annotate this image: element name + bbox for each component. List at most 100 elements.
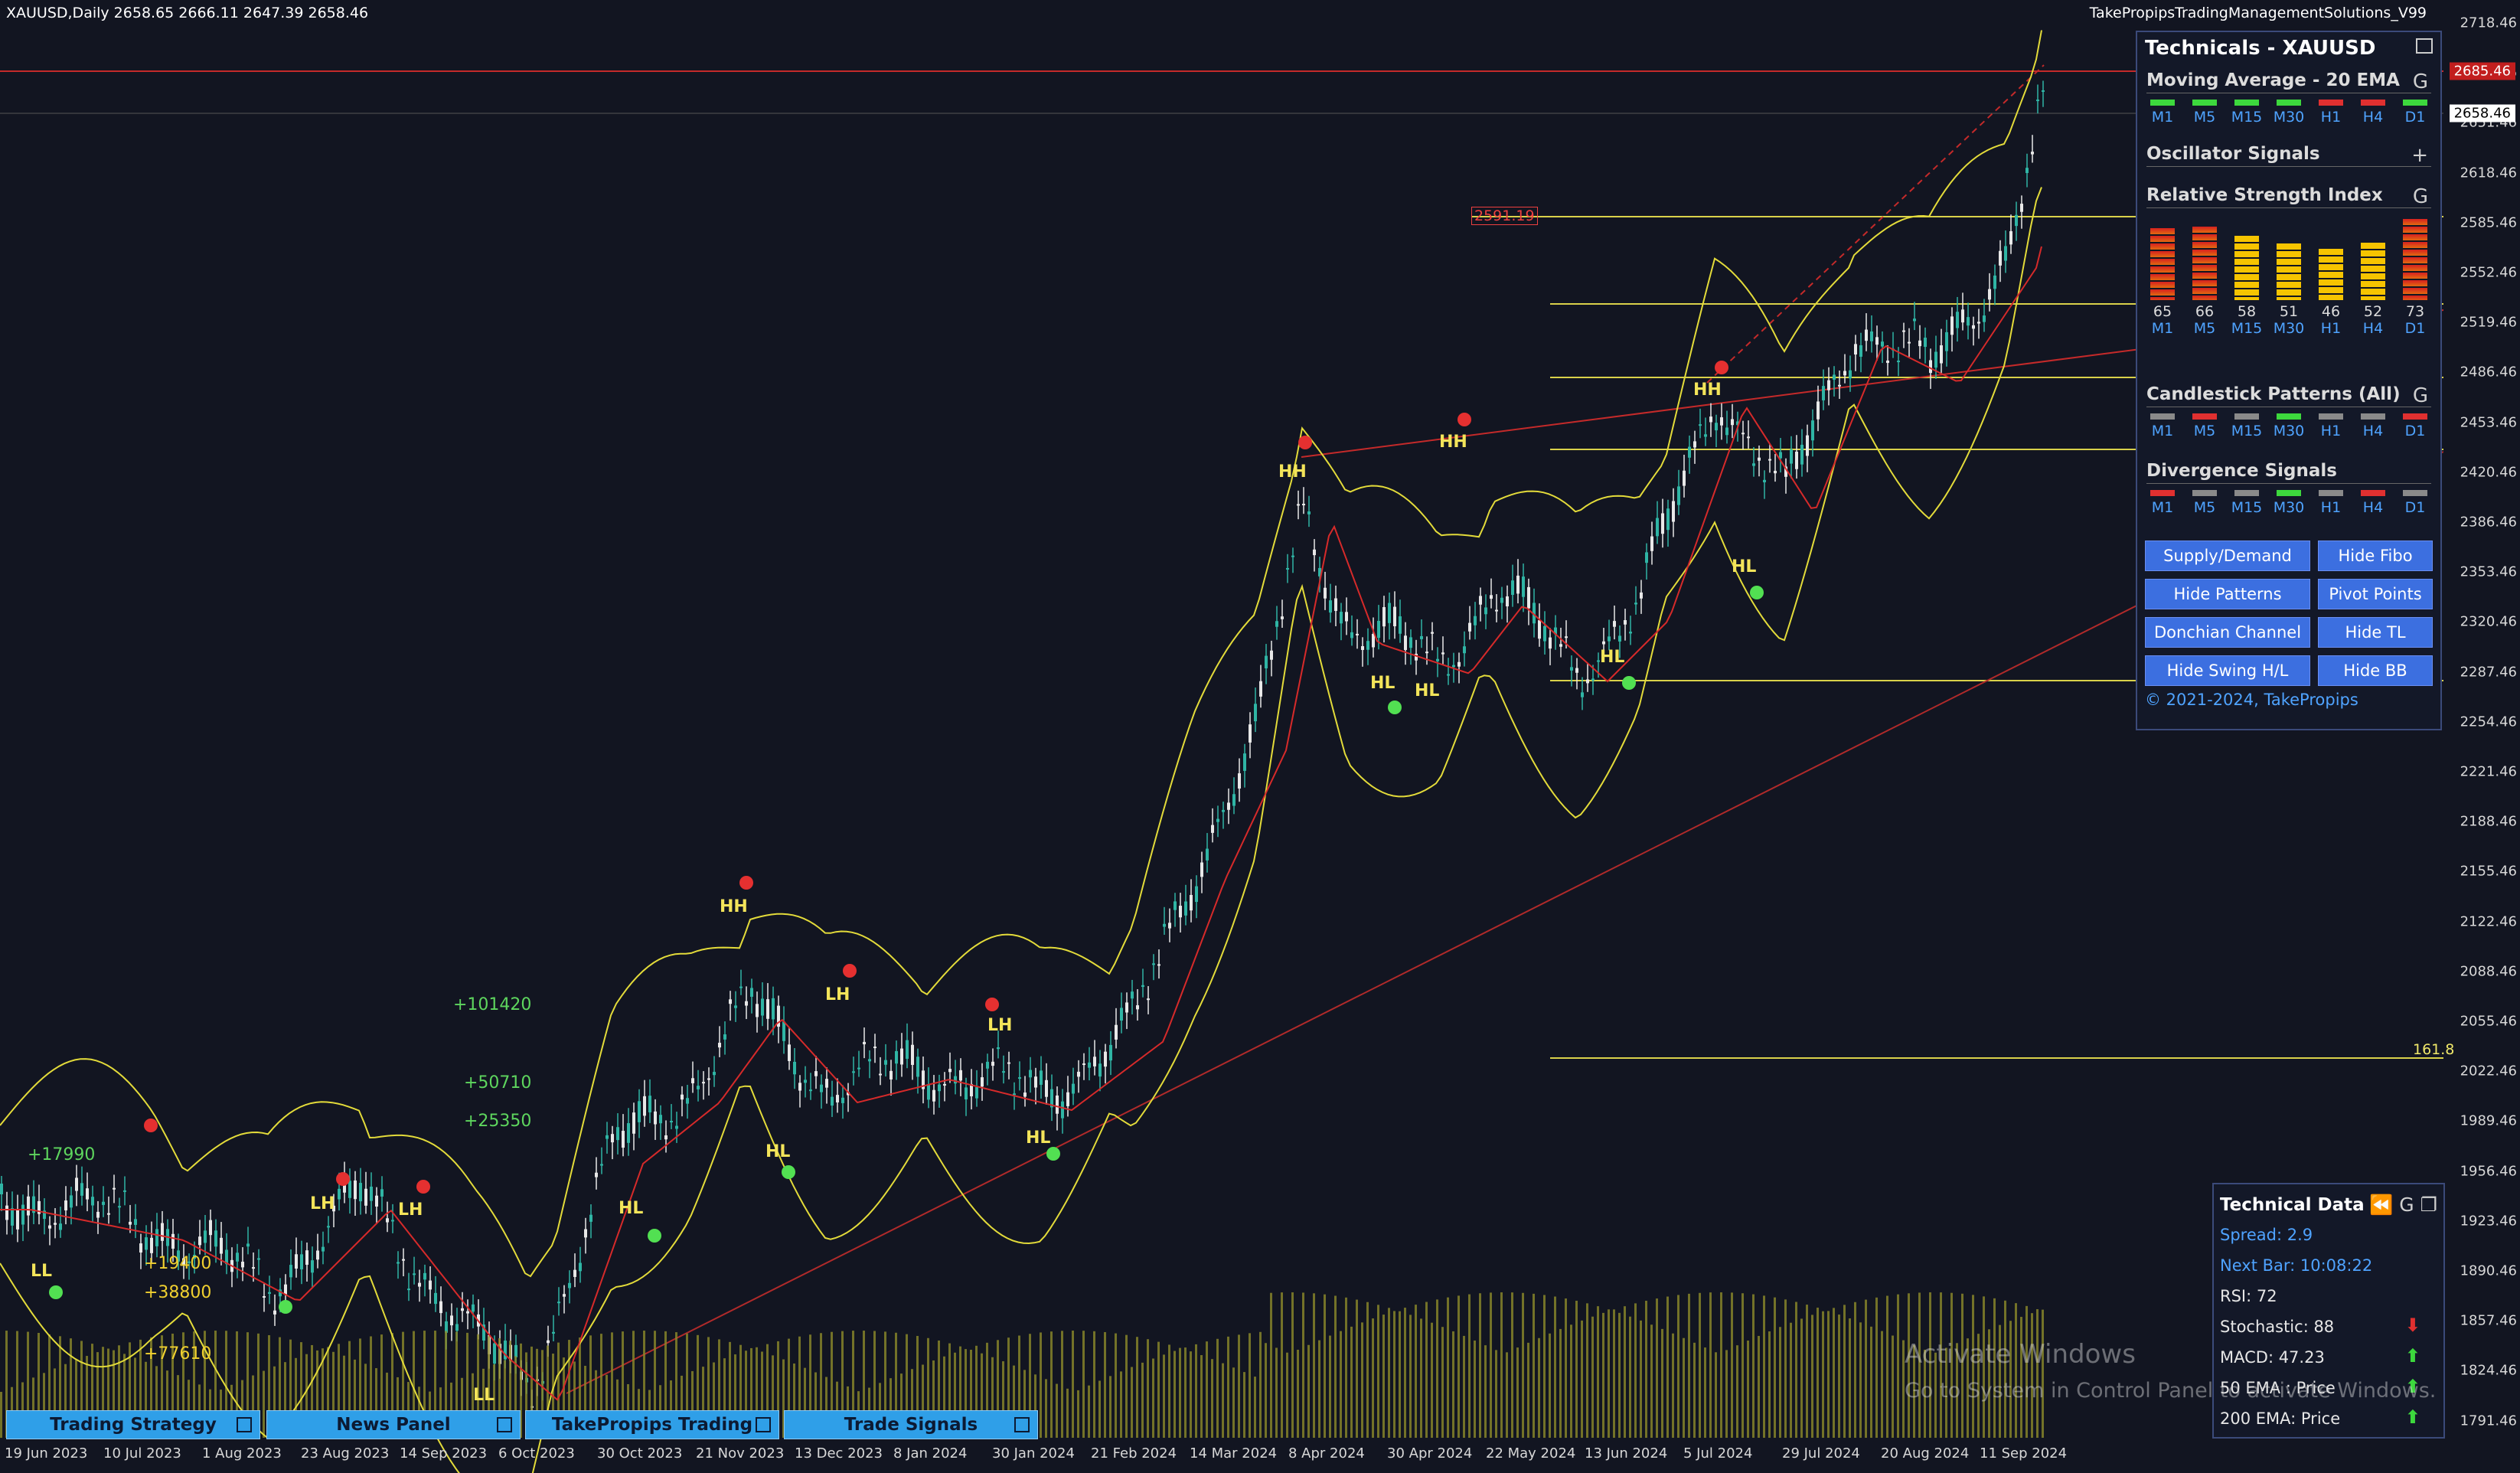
timeframe-m5: M5 bbox=[2189, 413, 2221, 439]
candle-body bbox=[1961, 309, 1964, 323]
candle-body bbox=[1661, 513, 1664, 534]
supply-demand-button[interactable]: Supply/Demand bbox=[2145, 541, 2310, 571]
candle-body bbox=[118, 1206, 121, 1208]
timeframe-m30: M30 bbox=[2273, 100, 2305, 126]
indicator-name: TakePropipsTradingManagementSolutions_V9… bbox=[2089, 5, 2427, 21]
candle-body bbox=[1104, 1051, 1107, 1067]
candle-body bbox=[439, 1301, 442, 1314]
pivot-points-button[interactable]: Pivot Points bbox=[2318, 579, 2433, 609]
candle-body bbox=[1634, 603, 1637, 605]
volume-bar bbox=[1179, 1347, 1181, 1438]
volume-bar bbox=[1849, 1318, 1851, 1438]
hide-tl-button[interactable]: Hide TL bbox=[2318, 617, 2433, 648]
date-tick-label: 10 Jul 2023 bbox=[103, 1445, 181, 1462]
volume-bar bbox=[1640, 1320, 1642, 1438]
hide-patterns-button[interactable]: Hide Patterns bbox=[2145, 579, 2310, 609]
plus-icon[interactable]: + bbox=[2411, 144, 2428, 167]
price-axis[interactable]: 2718.462685.462651.462618.462585.462552.… bbox=[2443, 0, 2520, 1439]
volume-bar bbox=[1865, 1299, 1867, 1438]
candle-body bbox=[852, 1071, 855, 1073]
date-tick-label: 21 Feb 2024 bbox=[1091, 1445, 1177, 1462]
signal-bar bbox=[2319, 413, 2343, 420]
candle-body bbox=[1656, 518, 1659, 537]
resistance-price-tag: 2685.46 bbox=[2449, 62, 2515, 80]
minimize-icon[interactable] bbox=[497, 1417, 512, 1432]
candle-body bbox=[1120, 1008, 1123, 1021]
minimize-icon[interactable] bbox=[237, 1417, 252, 1432]
tab-takepropips-trading[interactable]: TakePropips Trading bbox=[525, 1410, 779, 1439]
candle-body bbox=[2025, 168, 2029, 174]
rsi-column: 51 bbox=[2273, 243, 2305, 320]
minimize-icon[interactable] bbox=[756, 1417, 771, 1432]
candle-body bbox=[863, 1041, 866, 1045]
rewind-icon[interactable]: ⏪ bbox=[2369, 1194, 2393, 1216]
candle-body bbox=[986, 1061, 989, 1069]
volume-bar bbox=[1297, 1350, 1299, 1438]
volume-bar bbox=[1886, 1295, 1888, 1438]
donchian-channel-button[interactable]: Donchian Channel bbox=[2145, 617, 2310, 648]
candle-body bbox=[284, 1284, 287, 1295]
price-chart[interactable] bbox=[0, 0, 2443, 1473]
rsi-value: 58 bbox=[2237, 303, 2257, 320]
volume-bar bbox=[1350, 1326, 1353, 1438]
volume-bar bbox=[1163, 1354, 1165, 1438]
volume-bar bbox=[1104, 1331, 1106, 1438]
rsi-value: 66 bbox=[2195, 303, 2215, 320]
candle-body bbox=[75, 1177, 78, 1191]
restore-icon[interactable] bbox=[2416, 38, 2433, 54]
candle-body bbox=[557, 1302, 560, 1304]
candle-body bbox=[1741, 433, 1745, 435]
volume-bar bbox=[1093, 1331, 1095, 1438]
g-icon[interactable]: G bbox=[2399, 1194, 2414, 1216]
candle-body bbox=[1677, 486, 1680, 505]
signal-bar bbox=[2361, 413, 2385, 420]
candle-body bbox=[1270, 650, 1273, 660]
candle-body bbox=[1474, 616, 1477, 625]
candle-body bbox=[96, 1211, 100, 1218]
candle-body bbox=[1591, 678, 1595, 681]
candle-body bbox=[2015, 214, 2018, 227]
candle-body bbox=[997, 1047, 1000, 1050]
candle-body bbox=[1956, 312, 1959, 328]
volume-bar bbox=[1254, 1377, 1256, 1438]
tab-news-panel[interactable]: News Panel bbox=[266, 1410, 521, 1439]
timeframe-m5: M5 bbox=[2189, 320, 2221, 337]
volume-bar bbox=[1672, 1333, 1674, 1438]
hide-fibo-button[interactable]: Hide Fibo bbox=[2318, 541, 2433, 571]
candle-body bbox=[338, 1188, 341, 1200]
timeframe-m1: M1 bbox=[2146, 490, 2179, 516]
watermark-subtitle: Go to System in Control Panel to activat… bbox=[1905, 1379, 2437, 1403]
volume-bar bbox=[1249, 1333, 1251, 1438]
panel-buttons: Supply/Demand Hide Fibo Hide Patterns Pivot… bbox=[2145, 541, 2433, 686]
g-icon[interactable]: G bbox=[2413, 384, 2428, 407]
signal-bar bbox=[2192, 413, 2217, 420]
hide-bb-button[interactable]: Hide BB bbox=[2318, 655, 2433, 686]
volume-bar bbox=[1522, 1292, 1524, 1438]
g-icon[interactable]: G bbox=[2413, 185, 2428, 208]
candle-body bbox=[70, 1195, 73, 1208]
timeframe-label: H1 bbox=[2320, 423, 2342, 439]
restore-icon[interactable]: ❐ bbox=[2420, 1194, 2437, 1216]
candle-body bbox=[1645, 552, 1648, 563]
minimize-icon[interactable] bbox=[1014, 1417, 1030, 1432]
candle-body bbox=[1431, 632, 1434, 634]
volume-bar bbox=[1072, 1331, 1074, 1438]
g-icon[interactable]: G bbox=[2413, 70, 2428, 93]
tab-trading-strategy[interactable]: Trading Strategy bbox=[6, 1410, 260, 1439]
candle-body bbox=[1875, 337, 1879, 345]
candle-body bbox=[1838, 384, 1841, 387]
date-tick-label: 8 Jan 2024 bbox=[893, 1445, 968, 1462]
trend-line bbox=[1706, 64, 2045, 384]
signal-bar bbox=[2319, 490, 2343, 496]
candle-body bbox=[965, 1087, 968, 1100]
tab-trade-signals[interactable]: Trade Signals bbox=[784, 1410, 1038, 1439]
volume-bar bbox=[1420, 1318, 1422, 1438]
down-arrow-icon: ⬇ bbox=[2404, 1315, 2420, 1336]
volume-bar bbox=[1195, 1344, 1197, 1438]
volume-bar bbox=[1779, 1327, 1781, 1438]
hide-swing-h-l-button[interactable]: Hide Swing H/L bbox=[2145, 655, 2310, 686]
candle-body bbox=[1249, 724, 1252, 743]
candle-body bbox=[959, 1070, 962, 1081]
price-tick-label: 2585.46 bbox=[2460, 214, 2517, 231]
volume-bar bbox=[1511, 1292, 1513, 1438]
